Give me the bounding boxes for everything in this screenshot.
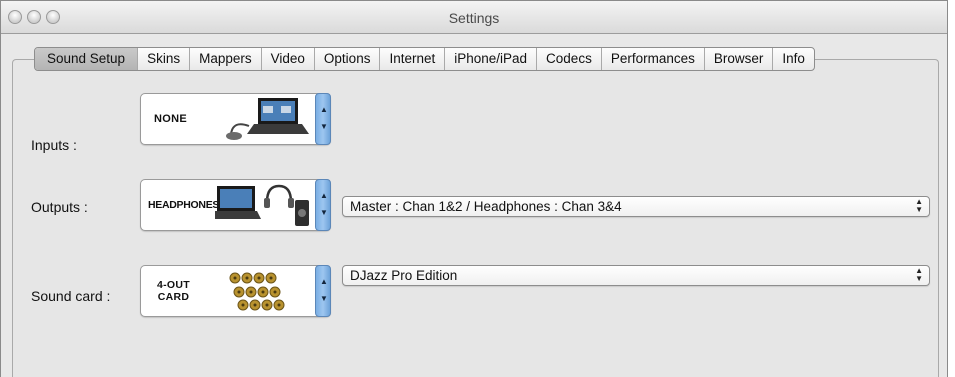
- laptop-mixer-image: [226, 98, 309, 140]
- tab-iphone-ipad[interactable]: iPhone/iPad: [444, 48, 536, 70]
- sound-card-label: Sound card :: [31, 288, 111, 304]
- tab-codecs[interactable]: Codecs: [536, 48, 601, 70]
- stepper-down-icon[interactable]: ▼: [320, 295, 328, 303]
- stepper-up-icon[interactable]: ▲: [320, 106, 328, 114]
- inputs-stepper[interactable]: ▲ ▼: [315, 93, 331, 145]
- window-title: Settings: [448, 10, 500, 26]
- stepper-up-icon[interactable]: ▲: [320, 278, 328, 286]
- rca-connectors-image: [229, 272, 285, 311]
- dropdown-arrows-icon: ▲ ▼: [915, 266, 923, 283]
- sound-card-dropdown[interactable]: DJazz Pro Edition ▲ ▼: [342, 265, 930, 286]
- laptop-headphones-speaker-image: [215, 184, 309, 226]
- tab-video[interactable]: Video: [260, 48, 314, 70]
- outputs-device-name: HEADPHONES: [148, 199, 220, 211]
- tab-sound-setup[interactable]: Sound Setup: [35, 48, 138, 70]
- title-bar: Settings: [1, 1, 947, 34]
- stepper-down-icon[interactable]: ▼: [320, 209, 328, 217]
- sound-card-stepper[interactable]: ▲ ▼: [315, 265, 331, 317]
- sound-card-device-name: 4-OUT CARD: [157, 279, 190, 303]
- tab-performances[interactable]: Performances: [600, 48, 704, 70]
- outputs-stepper[interactable]: ▲ ▼: [315, 179, 331, 231]
- tab-info[interactable]: Info: [772, 48, 814, 70]
- tab-skins[interactable]: Skins: [137, 48, 189, 70]
- inputs-device-name: NONE: [154, 113, 187, 125]
- tab-internet[interactable]: Internet: [379, 48, 444, 70]
- tab-mappers[interactable]: Mappers: [189, 48, 261, 70]
- output-routing-dropdown[interactable]: Master : Chan 1&2 / Headphones : Chan 3&…: [342, 196, 930, 217]
- settings-tab-bar: Sound Setup Skins Mappers Video Options …: [34, 47, 815, 71]
- inputs-label: Inputs :: [31, 137, 77, 153]
- stepper-up-icon[interactable]: ▲: [320, 192, 328, 200]
- tab-browser[interactable]: Browser: [703, 48, 773, 70]
- dropdown-arrows-icon: ▲ ▼: [915, 197, 923, 214]
- sound-card-device-selector[interactable]: 4-OUT CARD ▲ ▼: [140, 265, 331, 317]
- outputs-label: Outputs :: [31, 199, 88, 215]
- outputs-device-selector[interactable]: HEADPHONES ▲ ▼: [140, 179, 331, 231]
- inputs-device-selector[interactable]: NONE ▲ ▼: [140, 93, 331, 145]
- stepper-down-icon[interactable]: ▼: [320, 123, 328, 131]
- output-routing-value: Master : Chan 1&2 / Headphones : Chan 3&…: [350, 199, 622, 214]
- sound-card-value: DJazz Pro Edition: [350, 268, 458, 283]
- tab-options[interactable]: Options: [313, 48, 380, 70]
- settings-window: Settings Sound Setup Skins Mappers Video…: [0, 0, 948, 377]
